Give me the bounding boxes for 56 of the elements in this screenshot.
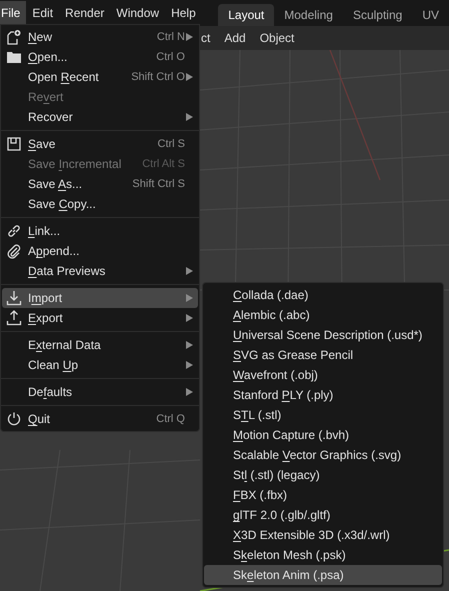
menu-button[interactable]: Help <box>165 1 202 25</box>
shortcut-label: Ctrl N <box>156 30 185 45</box>
menu-item[interactable]: Universal Scene Description (.usd*) <box>204 325 442 345</box>
menu-item[interactable]: Skeleton Mesh (.psk) <box>204 545 442 565</box>
menu-item[interactable]: Open Recent Shift Ctrl O <box>2 67 198 87</box>
workspace-tab[interactable]: Modeling <box>274 4 343 26</box>
menu-item[interactable]: STL (.stl) <box>204 405 442 425</box>
menu-item[interactable]: Quit Ctrl Q <box>2 409 198 429</box>
menu-item[interactable]: Scalable Vector Graphics (.svg) <box>204 445 442 465</box>
menu-item[interactable]: X3D Extensible 3D (.x3d/.wrl) <box>204 525 442 545</box>
menu-item[interactable]: Link... <box>2 221 198 241</box>
workspace-tab[interactable]: UV <box>412 4 449 26</box>
menu-item[interactable]: Skeleton Anim (.psa) <box>204 565 442 585</box>
shortcut-label: Shift Ctrl O <box>131 70 185 85</box>
power-icon <box>6 411 22 427</box>
shortcut-label: Ctrl S <box>158 136 185 152</box>
shortcut-label: Shift Ctrl S <box>132 176 185 192</box>
new-file-icon <box>6 29 22 45</box>
menu-item[interactable]: Import <box>2 288 198 308</box>
menu-item[interactable]: Save As... Shift Ctrl S <box>2 174 198 194</box>
menu-item[interactable]: FBX (.fbx) <box>204 485 442 505</box>
menu-item[interactable]: Alembic (.abc) <box>204 305 442 325</box>
menu-item[interactable]: glTF 2.0 (.glb/.gltf) <box>204 505 442 525</box>
download-icon <box>6 290 22 306</box>
viewport-menu-button[interactable]: Add <box>224 29 246 47</box>
menu-button[interactable]: Render <box>59 1 110 25</box>
menu-item[interactable]: Motion Capture (.bvh) <box>204 425 442 445</box>
shortcut-label: Ctrl Alt S <box>142 156 185 172</box>
menu-item[interactable]: Save Copy... <box>2 194 198 214</box>
menu-item[interactable]: Clean Up <box>2 355 198 375</box>
menu-item[interactable]: Stanford PLY (.ply) <box>204 385 442 405</box>
menu-item[interactable]: Wavefront (.obj) <box>204 365 442 385</box>
menu-item[interactable]: SVG as Grease Pencil <box>204 345 442 365</box>
workspace-tab[interactable]: Sculpting <box>342 4 412 26</box>
menu-item[interactable]: Stl (.stl) (legacy) <box>204 465 442 485</box>
workspace-tab[interactable]: Layout <box>218 4 274 26</box>
upload-icon <box>6 310 22 326</box>
shortcut-label: Ctrl Q <box>156 412 185 427</box>
menu-item[interactable]: Save Ctrl S <box>2 134 198 154</box>
viewport-menu-button[interactable]: ct <box>201 29 210 47</box>
menu-item[interactable]: Collada (.dae) <box>204 285 442 305</box>
menu-button[interactable]: Edit <box>26 1 60 25</box>
menu-item[interactable]: Open... Ctrl O <box>2 47 198 67</box>
viewport-menu-button[interactable]: Object <box>260 29 294 47</box>
menu-item[interactable]: Export <box>2 308 198 328</box>
menu-item[interactable]: External Data <box>2 335 198 355</box>
menu-button[interactable]: File <box>0 1 26 25</box>
menu-item[interactable]: Recover <box>2 107 198 127</box>
menu-button[interactable]: Window <box>110 1 166 25</box>
shortcut-label: Ctrl O <box>156 50 185 65</box>
link-icon <box>6 223 22 239</box>
menu-item[interactable]: Append... <box>2 241 198 261</box>
menu-item[interactable]: Data Previews <box>2 261 198 281</box>
menu-item[interactable]: Defaults <box>2 382 198 402</box>
paperclip-icon <box>6 243 22 259</box>
menu-item[interactable]: New Ctrl N <box>2 27 198 47</box>
